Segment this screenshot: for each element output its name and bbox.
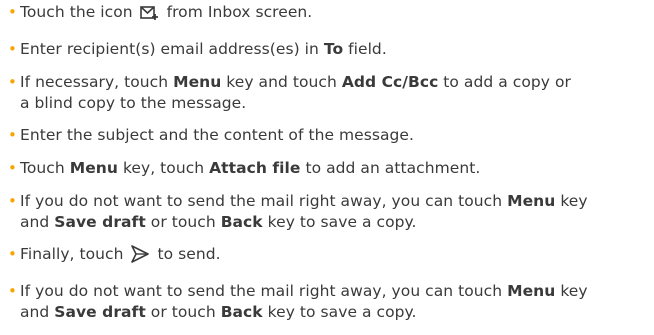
step-8-text-d: and xyxy=(20,303,50,321)
step-8-text-h: key to save a copy. xyxy=(267,303,417,321)
step-4: • Enter the subject and the content of t… xyxy=(8,125,654,146)
send-arrow-icon xyxy=(130,245,150,269)
step-1: • Touch the icon from Inbox screen. xyxy=(8,2,654,27)
step-2: • Enter recipient(s) email address(es) i… xyxy=(8,39,654,60)
step-3-bold-add-cc-bcc: Add Cc/Bcc xyxy=(341,73,439,91)
step-8-text-f: or touch xyxy=(150,303,216,321)
step-7-text-b: to send. xyxy=(157,245,221,263)
step-2-bold-to: To xyxy=(323,40,344,58)
step-5-text-a: Touch xyxy=(20,159,65,177)
step-3-text-a: If necessary, touch xyxy=(20,73,169,91)
step-6-text-f: or touch xyxy=(150,213,216,231)
step-8-bold-save-draft: Save draft xyxy=(54,303,146,321)
step-5: • Touch Menu key, touch Attach file to a… xyxy=(8,158,654,179)
step-8-bold-menu: Menu xyxy=(507,282,556,300)
step-2-text-a: Enter recipient(s) email address(es) in xyxy=(20,40,319,58)
step-3-text-e: to add a copy or xyxy=(443,73,571,91)
bullet: • xyxy=(8,159,17,177)
step-6: • If you do not want to send the mail ri… xyxy=(8,191,654,233)
step-3-text-c: key and touch xyxy=(226,73,337,91)
bullet: • xyxy=(8,126,17,144)
step-8-text-a: If you do not want to send the mail righ… xyxy=(20,282,503,300)
instruction-list: • Touch the icon from Inbox screen. • En… xyxy=(0,0,654,335)
step-3-bold-menu: Menu xyxy=(173,73,222,91)
step-2-text-c: field. xyxy=(348,40,387,58)
step-6-text-h: key to save a copy. xyxy=(267,213,417,231)
bullet: • xyxy=(8,192,17,210)
step-6-bold-menu: Menu xyxy=(507,192,556,210)
step-7: • Finally, touch to send. xyxy=(8,244,654,269)
step-6-text-c: key xyxy=(560,192,588,210)
step-6-text-d: and xyxy=(20,213,50,231)
bullet: • xyxy=(8,40,17,58)
step-1-text-b: from Inbox screen. xyxy=(166,3,313,21)
step-6-bold-back: Back xyxy=(220,213,263,231)
step-5-text-e: to add an attachment. xyxy=(305,159,481,177)
step-5-bold-attach-file: Attach file xyxy=(209,159,301,177)
step-7-text-a: Finally, touch xyxy=(20,245,124,263)
step-5-text-c: key, touch xyxy=(122,159,205,177)
step-6-text-a: If you do not want to send the mail righ… xyxy=(20,192,503,210)
step-8-text-c: key xyxy=(560,282,588,300)
step-3-text-f: a blind copy to the message. xyxy=(20,94,247,112)
step-1-text-a: Touch the icon xyxy=(20,3,133,21)
step-5-bold-menu: Menu xyxy=(69,159,118,177)
step-4-text-a: Enter the subject and the content of the… xyxy=(20,126,414,144)
bullet: • xyxy=(8,245,17,263)
bullet: • xyxy=(8,73,17,91)
compose-mail-icon xyxy=(139,5,160,27)
step-6-bold-save-draft: Save draft xyxy=(54,213,146,231)
step-8-bold-back: Back xyxy=(220,303,263,321)
bullet: • xyxy=(8,282,17,300)
step-3: • If necessary, touch Menu key and touch… xyxy=(8,72,654,114)
bullet: • xyxy=(8,3,17,21)
step-8: • If you do not want to send the mail ri… xyxy=(8,281,654,323)
